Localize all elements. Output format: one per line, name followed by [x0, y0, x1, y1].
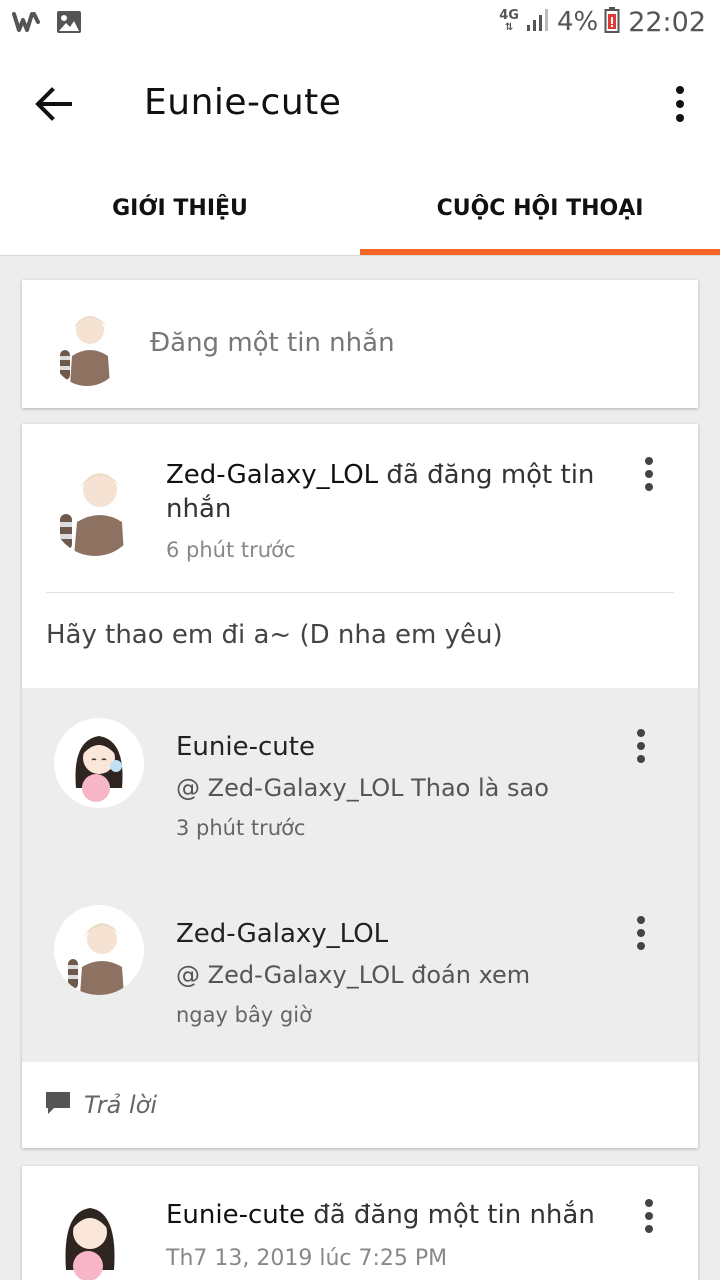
reply-author[interactable]: Zed-Galaxy_LOL	[176, 919, 388, 949]
reply-text: @ Zed-Galaxy_LOL Thao là sao	[176, 774, 549, 802]
back-arrow-icon[interactable]	[30, 82, 80, 126]
reply-button[interactable]: Trả lời	[44, 1090, 157, 1120]
author-avatar[interactable]	[48, 1190, 132, 1280]
more-vert-icon[interactable]	[634, 915, 648, 951]
reply-timestamp: ngay bây giờ	[176, 1003, 312, 1027]
network-indicator: 4G ⇅	[499, 8, 519, 33]
divider	[46, 592, 674, 593]
reply-avatar[interactable]	[54, 905, 144, 995]
post-author-link[interactable]: Eunie-cute	[166, 1200, 305, 1230]
message-card: Eunie-cute đã đăng một tin nhắn Th7 13, …	[22, 1166, 698, 1280]
replies-section: Eunie-cute @ Zed-Galaxy_LOL Thao là sao …	[22, 688, 698, 1062]
clock: 22:02	[628, 6, 706, 38]
reply-author[interactable]: Eunie-cute	[176, 732, 315, 762]
more-vert-icon[interactable]	[634, 728, 648, 764]
status-bar: 4G ⇅ 4% 22:02	[0, 0, 720, 48]
comment-icon	[44, 1090, 72, 1120]
message-card: Zed-Galaxy_LOL đã đăng một tin nhắn 6 ph…	[22, 424, 698, 1148]
reply-timestamp: 3 phút trước	[176, 816, 306, 840]
tab-conversations[interactable]: CUỘC HỘI THOẠI	[360, 160, 720, 256]
reply-avatar[interactable]	[54, 718, 144, 808]
more-vert-icon[interactable]	[642, 456, 656, 492]
post-timestamp: 6 phút trước	[166, 538, 296, 562]
post-body: Hãy thao em đi a~ (D nha em yêu)	[46, 620, 503, 650]
tab-about[interactable]: GIỚI THIỆU	[0, 160, 360, 256]
reply-item: Zed-Galaxy_LOL @ Zed-Galaxy_LOL đoán xem…	[22, 875, 698, 1062]
reply-item: Eunie-cute @ Zed-Galaxy_LOL Thao là sao …	[22, 688, 698, 875]
author-avatar[interactable]	[52, 460, 138, 556]
post-author-link[interactable]: Zed-Galaxy_LOL	[166, 460, 378, 490]
tab-bar: GIỚI THIỆU CUỘC HỘI THOẠI	[0, 160, 720, 256]
app-bar: Eunie-cute	[0, 48, 720, 160]
battery-percent: 4%	[556, 7, 599, 37]
compose-placeholder[interactable]: Đăng một tin nhắn	[150, 328, 395, 358]
post-timestamp: Th7 13, 2019 lúc 7:25 PM	[166, 1246, 448, 1271]
reply-button-label: Trả lời	[84, 1091, 158, 1119]
post-header: Eunie-cute đã đăng một tin nhắn	[166, 1200, 595, 1230]
more-vert-icon[interactable]	[672, 84, 688, 124]
more-vert-icon[interactable]	[642, 1198, 656, 1234]
reply-text: @ Zed-Galaxy_LOL đoán xem	[176, 961, 531, 989]
user-avatar	[52, 304, 122, 386]
wattpad-icon	[12, 8, 42, 40]
image-icon	[56, 9, 82, 39]
compose-card[interactable]: Đăng một tin nhắn	[22, 280, 698, 408]
post-header: Zed-Galaxy_LOL đã đăng một tin nhắn	[166, 458, 636, 526]
signal-icon	[525, 7, 551, 37]
battery-low-icon	[604, 6, 620, 38]
post-action-text: đã đăng một tin nhắn	[304, 1200, 595, 1230]
active-tab-indicator	[360, 249, 720, 255]
page-title: Eunie-cute	[144, 82, 342, 123]
